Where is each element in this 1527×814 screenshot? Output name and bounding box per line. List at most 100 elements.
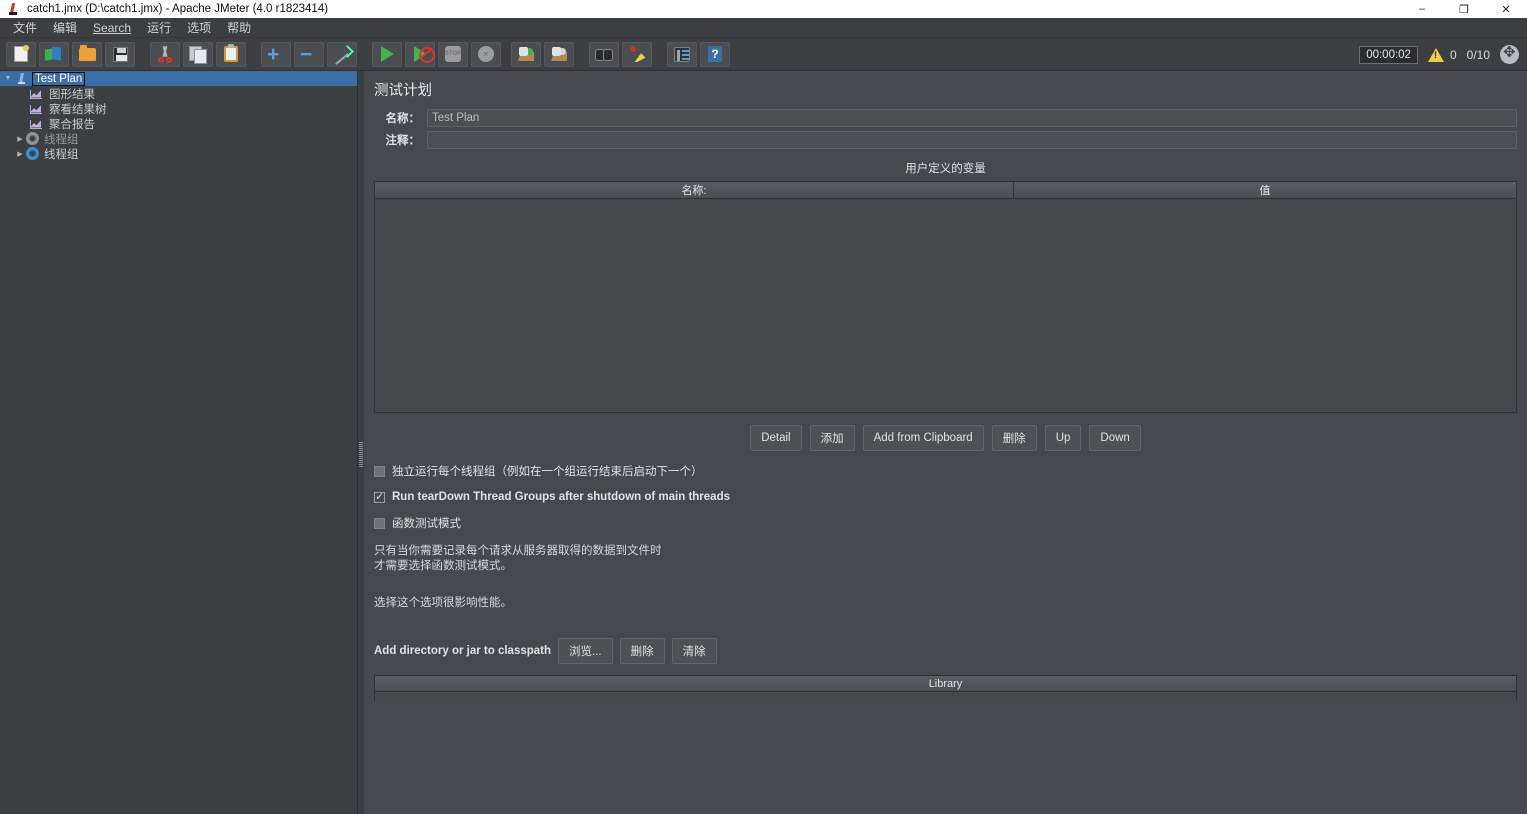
function-helper-button[interactable]	[667, 41, 697, 67]
search-button[interactable]	[589, 41, 619, 67]
name-label: 名称：	[385, 113, 421, 125]
help-book-icon: ?	[708, 46, 722, 62]
column-header-value[interactable]: 值	[1014, 182, 1516, 198]
warning-indicator[interactable]: 0	[1427, 47, 1457, 62]
user-defined-variables-table: 名称: 值	[374, 181, 1517, 413]
library-column-header[interactable]: Library	[375, 676, 1516, 692]
start-no-pauses-button[interactable]	[405, 41, 435, 67]
menu-help[interactable]: 帮助	[219, 17, 259, 38]
paste-button[interactable]	[216, 41, 246, 67]
browse-button[interactable]: 浏览...	[558, 638, 613, 664]
tree-label-graph-results: 图形结果	[49, 88, 95, 101]
teardown-on-shutdown-row[interactable]: Run tearDown Thread Groups after shutdow…	[374, 490, 1517, 503]
shutdown-button[interactable]: ✕	[471, 41, 501, 67]
expand-all-button[interactable]: +	[261, 41, 291, 67]
name-input[interactable]	[427, 109, 1517, 127]
functional-test-mode-checkbox[interactable]	[374, 517, 385, 529]
menu-file[interactable]: 文件	[5, 17, 45, 38]
twisty-collapse-icon[interactable]: ▼	[2, 75, 14, 82]
classpath-label: Add directory or jar to classpath	[374, 645, 552, 657]
clear-icon	[518, 47, 534, 61]
tree-label-view-results-tree: 察看结果树	[49, 103, 107, 116]
tree-node-thread-group-disabled[interactable]: ▶ 线程组	[0, 131, 357, 146]
main-toolbar: + − STOP ✕ ? 00:00:02 0 0/10	[0, 38, 1527, 71]
copy-button[interactable]	[183, 41, 213, 67]
serialize-thread-groups-label: 独立运行每个线程组（例如在一个组运行结束后启动下一个）	[392, 466, 703, 478]
test-plan-editor-pane: 测试计划 名称： 注释： 用户定义的变量 名称: 值 Detail 添加	[364, 71, 1527, 814]
close-button[interactable]: ✕	[1485, 0, 1527, 18]
menu-search[interactable]: Search	[85, 19, 139, 37]
open-folder-icon	[78, 44, 96, 61]
open-button[interactable]	[72, 41, 102, 67]
library-table-body[interactable]	[375, 692, 1516, 701]
delete-button[interactable]: 删除	[991, 425, 1037, 451]
expand-arrows-icon[interactable]	[1500, 43, 1519, 64]
clear-all-button[interactable]	[544, 41, 574, 67]
jmeter-app-icon	[6, 2, 22, 16]
clear-all-icon	[551, 47, 567, 61]
stop-sign-icon: STOP	[445, 46, 461, 62]
user-defined-variables-title: 用户定义的变量	[905, 163, 986, 175]
teardown-on-shutdown-checkbox[interactable]	[374, 490, 385, 503]
test-plan-tree: ▼ Test Plan 图形结果 察看结果树 聚合报告 ▶ 线程组 ▶ 线程组	[0, 71, 358, 814]
serialize-thread-groups-row[interactable]: 独立运行每个线程组（例如在一个组运行结束后启动下一个）	[374, 463, 1517, 479]
up-button[interactable]: Up	[1044, 425, 1082, 451]
tree-node-thread-group[interactable]: ▶ 线程组	[0, 146, 357, 161]
thread-group-icon	[26, 147, 39, 160]
stop-button[interactable]: STOP	[438, 41, 468, 67]
performance-note: 选择这个选项很影响性能。	[374, 597, 512, 609]
start-button[interactable]	[372, 41, 402, 67]
minimize-button[interactable]: –	[1401, 0, 1443, 18]
window-title: catch1.jmx (D:\catch1.jmx) - Apache JMet…	[27, 3, 329, 15]
variable-action-buttons: Detail 添加 Add from Clipboard 删除 Up Down	[374, 425, 1517, 451]
copy-icon	[189, 45, 207, 64]
search-reset-button[interactable]	[622, 41, 652, 67]
twisty-expand-icon[interactable]: ▶	[14, 135, 26, 143]
serialize-thread-groups-checkbox[interactable]	[374, 465, 385, 477]
tree-node-aggregate-report[interactable]: 聚合报告	[0, 116, 357, 131]
templates-button[interactable]	[39, 41, 69, 67]
save-button[interactable]	[105, 41, 135, 67]
clipboard-paste-icon	[224, 44, 238, 62]
menu-edit[interactable]: 编辑	[45, 17, 85, 38]
cut-button[interactable]	[150, 41, 180, 67]
add-from-clipboard-button[interactable]: Add from Clipboard	[862, 425, 984, 451]
menu-options[interactable]: 选项	[179, 17, 219, 38]
menu-run[interactable]: 运行	[139, 17, 179, 38]
tree-node-view-results-tree[interactable]: 察看结果树	[0, 101, 357, 116]
minus-icon: −	[300, 42, 313, 66]
test-plan-form: 测试计划 名称： 注释： 用户定义的变量 名称: 值 Detail 添加	[364, 71, 1527, 701]
table-body-empty[interactable]	[375, 199, 1516, 412]
comment-input[interactable]	[427, 131, 1517, 149]
pane-splitter[interactable]	[358, 71, 364, 814]
tree-node-test-plan[interactable]: ▼ Test Plan	[0, 71, 357, 86]
log-list-icon	[674, 46, 690, 62]
window-controls: – ❐ ✕	[1401, 0, 1527, 18]
tree-node-graph-results[interactable]: 图形结果	[0, 86, 357, 101]
play-no-pause-icon	[413, 46, 435, 63]
tree-label-thread-group: 线程组	[44, 148, 79, 161]
functional-test-mode-label: 函数测试模式	[392, 518, 461, 530]
warning-triangle-icon	[1427, 47, 1444, 62]
broom-icon	[629, 46, 646, 62]
window-titlebar: catch1.jmx (D:\catch1.jmx) - Apache JMet…	[0, 0, 1527, 18]
detail-button[interactable]: Detail	[750, 425, 802, 451]
help-button[interactable]: ?	[700, 41, 730, 67]
collapse-all-button[interactable]: −	[294, 41, 324, 67]
classpath-clear-button[interactable]: 清除	[671, 638, 717, 664]
name-field-row: 名称：	[374, 109, 1517, 127]
warning-count: 0	[1449, 47, 1457, 62]
column-header-name[interactable]: 名称:	[375, 182, 1014, 198]
down-button[interactable]: Down	[1089, 425, 1141, 451]
templates-icon	[45, 46, 63, 63]
toggle-button[interactable]	[327, 41, 357, 67]
clear-button[interactable]	[511, 41, 541, 67]
maximize-button[interactable]: ❐	[1443, 0, 1485, 18]
functional-test-mode-row[interactable]: 函数测试模式	[374, 515, 1517, 531]
add-button[interactable]: 添加	[809, 425, 855, 451]
classpath-delete-button[interactable]: 删除	[619, 638, 665, 664]
new-button[interactable]	[6, 41, 36, 67]
menubar: 文件 编辑 Search 运行 选项 帮助	[0, 18, 1527, 38]
binoculars-icon	[595, 48, 613, 61]
twisty-expand-icon[interactable]: ▶	[14, 150, 26, 158]
